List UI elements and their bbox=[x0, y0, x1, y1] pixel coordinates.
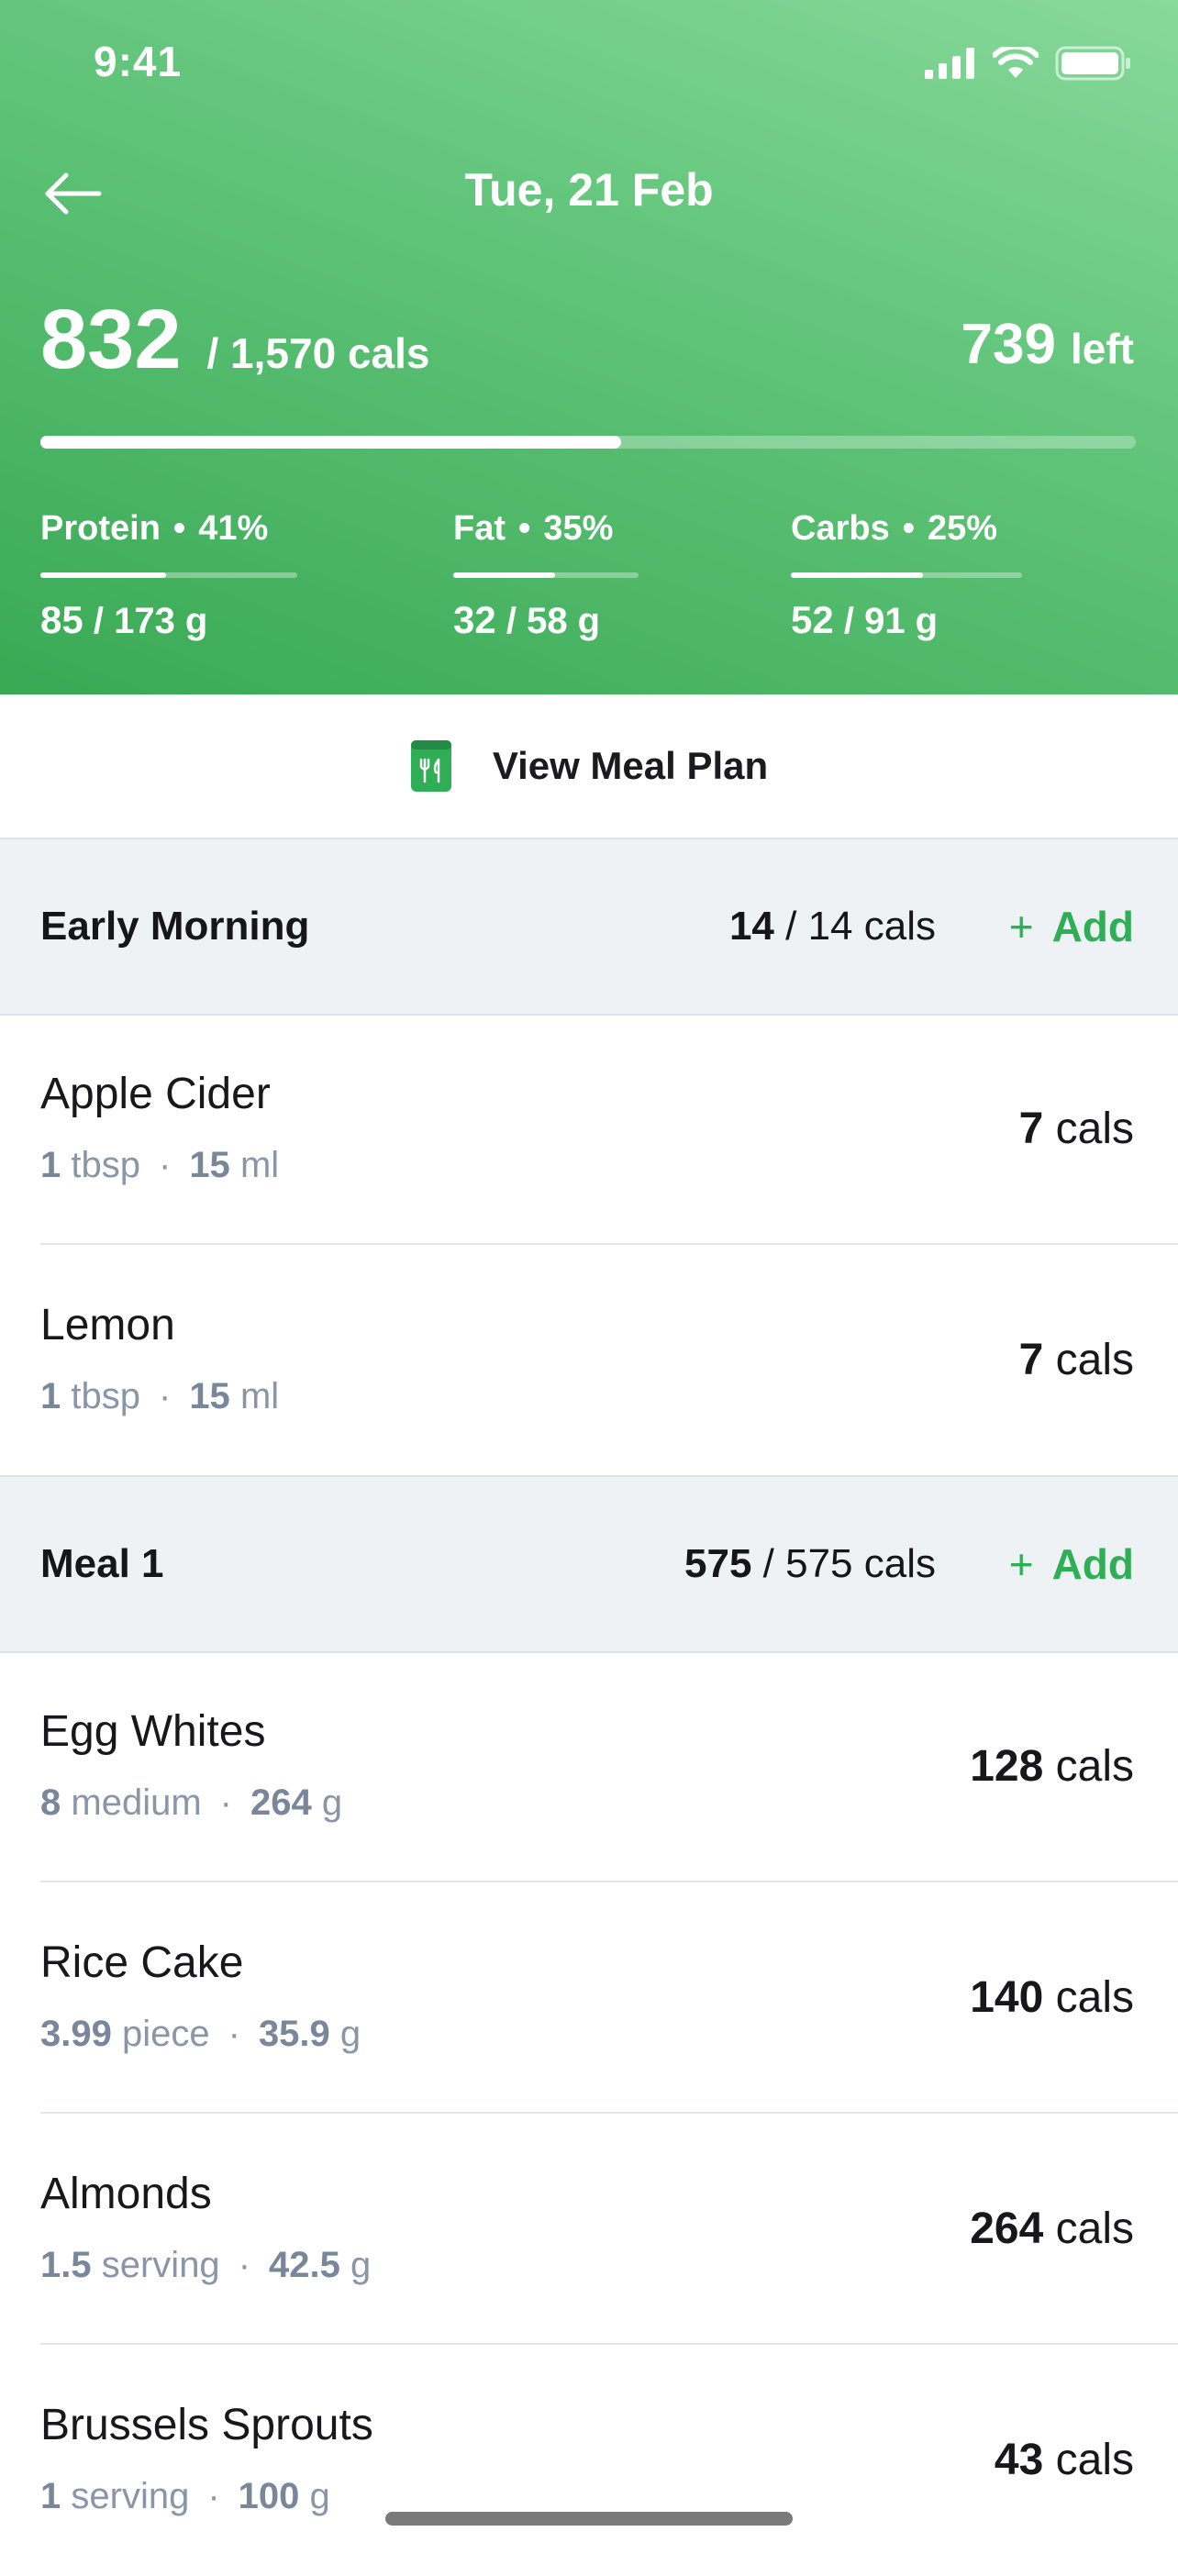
food-calories: 128 cals bbox=[970, 1742, 1134, 1791]
separator-dot: · bbox=[158, 1376, 172, 1416]
separator-dot: · bbox=[219, 1782, 232, 1823]
add-food-button[interactable]: + Add bbox=[1009, 839, 1134, 1014]
separator-dot: • bbox=[172, 509, 186, 548]
plus-icon: + bbox=[1008, 903, 1034, 950]
macro-progress-bar bbox=[453, 572, 639, 578]
section-calories-current: 575 bbox=[684, 1541, 752, 1586]
calorie-progress-bar bbox=[40, 436, 1136, 449]
macro-current: 32 bbox=[453, 598, 496, 641]
food-calories: 7 cals bbox=[1018, 1105, 1134, 1153]
food-name: Egg Whites bbox=[40, 1707, 266, 1756]
section-calories-current: 14 bbox=[728, 904, 774, 949]
home-indicator[interactable] bbox=[385, 2512, 793, 2526]
add-food-button[interactable]: + Add bbox=[1009, 1477, 1134, 1651]
macro-percent: 25% bbox=[928, 509, 998, 548]
calories-goal: / 1,570 cals bbox=[206, 329, 430, 377]
macro-progress-fill bbox=[453, 572, 556, 578]
food-item[interactable]: Lemon 1 tbsp · 15 ml 7 cals bbox=[0, 1245, 1178, 1476]
food-name: Rice Cake bbox=[40, 1938, 244, 1987]
cellular-signal-icon bbox=[925, 48, 974, 79]
macro-name: Fat bbox=[453, 509, 506, 548]
macro-percent: 35% bbox=[543, 509, 614, 548]
add-label: Add bbox=[1051, 903, 1134, 950]
food-calories: 264 cals bbox=[970, 2204, 1134, 2253]
food-name: Apple Cider bbox=[40, 1070, 271, 1118]
meal-section-header-meal-1: Meal 1 575 / 575 cals + Add bbox=[0, 1475, 1178, 1653]
macro-progress-fill bbox=[40, 572, 167, 578]
separator-dot: · bbox=[158, 1145, 172, 1185]
separator-dot: • bbox=[902, 509, 916, 548]
separator-dot: · bbox=[238, 2245, 251, 2285]
macro-current: 85 bbox=[40, 598, 83, 641]
status-bar: 9:41 bbox=[0, 0, 1178, 128]
section-calories-goal: / 14 cals bbox=[785, 904, 936, 949]
macro-goal: / 173 g bbox=[93, 601, 208, 641]
macro-percent: 41% bbox=[198, 509, 269, 548]
status-time: 9:41 bbox=[94, 38, 183, 85]
calories-left: 739 left bbox=[961, 312, 1134, 377]
food-item[interactable]: Almonds 1.5 serving · 42.5 g 264 cals bbox=[0, 2114, 1178, 2345]
food-calories: 43 cals bbox=[994, 2436, 1134, 2484]
macro-goal: / 91 g bbox=[843, 601, 939, 641]
calorie-progress-fill bbox=[40, 436, 621, 449]
food-name: Lemon bbox=[40, 1301, 175, 1349]
status-icons bbox=[925, 46, 1132, 81]
section-title: Meal 1 bbox=[40, 1541, 164, 1586]
section-calories-goal: / 575 cals bbox=[762, 1541, 936, 1586]
view-meal-plan-label: View Meal Plan bbox=[492, 744, 769, 787]
separator-dot: · bbox=[207, 2476, 220, 2516]
macro-current: 52 bbox=[791, 598, 834, 641]
food-item[interactable]: Rice Cake 3.99 piece · 35.9 g 140 cals bbox=[0, 1882, 1178, 2114]
macro-fat: Fat • 35% 32 / 58 g bbox=[453, 509, 639, 642]
food-name: Brussels Sprouts bbox=[40, 2401, 373, 2449]
macro-progress-bar bbox=[40, 572, 297, 578]
food-calories: 7 cals bbox=[1018, 1336, 1134, 1384]
food-serving: 8 medium · 264 g bbox=[40, 1782, 343, 1823]
food-calories: 140 cals bbox=[970, 1973, 1134, 2022]
section-title: Early Morning bbox=[40, 904, 310, 949]
food-serving: 1 serving · 100 g bbox=[40, 2476, 330, 2516]
calories-eaten: 832 bbox=[40, 293, 182, 386]
wifi-icon bbox=[993, 47, 1039, 78]
plus-icon: + bbox=[1008, 1540, 1034, 1588]
macro-protein: Protein • 41% 85 / 173 g bbox=[40, 509, 297, 642]
separator-dot: · bbox=[228, 2014, 240, 2054]
separator-dot: • bbox=[518, 509, 531, 548]
macro-name: Protein bbox=[40, 509, 161, 548]
food-serving: 1 tbsp · 15 ml bbox=[40, 1145, 280, 1185]
daily-summary-header: 9:41 Tue, 21 Feb 832 / 1,570 cals 739 le… bbox=[0, 0, 1178, 694]
view-meal-plan-button[interactable]: View Meal Plan bbox=[0, 694, 1178, 839]
add-label: Add bbox=[1051, 1540, 1134, 1588]
page-title: Tue, 21 Feb bbox=[464, 164, 714, 216]
calories-left-value: 739 bbox=[961, 313, 1056, 376]
meal-section-header-early-morning: Early Morning 14 / 14 cals + Add bbox=[0, 839, 1178, 1016]
calories-summary: 832 / 1,570 cals bbox=[40, 292, 429, 388]
food-name: Almonds bbox=[40, 2170, 212, 2218]
macro-progress-bar bbox=[791, 572, 1022, 578]
section-calories: 14 / 14 cals bbox=[729, 839, 936, 1014]
calories-left-label: left bbox=[1071, 325, 1134, 372]
meal-plan-icon bbox=[410, 740, 451, 792]
food-serving: 3.99 piece · 35.9 g bbox=[40, 2014, 361, 2054]
macro-name: Carbs bbox=[791, 509, 890, 548]
macro-goal: / 58 g bbox=[506, 601, 601, 641]
food-item[interactable]: Egg Whites 8 medium · 264 g 128 cals bbox=[0, 1651, 1178, 1882]
food-serving: 1.5 serving · 42.5 g bbox=[40, 2245, 372, 2285]
food-item[interactable]: Apple Cider 1 tbsp · 15 ml 7 cals bbox=[0, 1014, 1178, 1245]
food-item[interactable]: Brussels Sprouts 1 serving · 100 g 43 cals bbox=[0, 2345, 1178, 2576]
food-serving: 1 tbsp · 15 ml bbox=[40, 1376, 280, 1416]
macro-progress-fill bbox=[791, 572, 923, 578]
battery-icon bbox=[1055, 46, 1130, 81]
macro-carbs: Carbs • 25% 52 / 91 g bbox=[791, 509, 1022, 642]
section-calories: 575 / 575 cals bbox=[684, 1477, 936, 1651]
